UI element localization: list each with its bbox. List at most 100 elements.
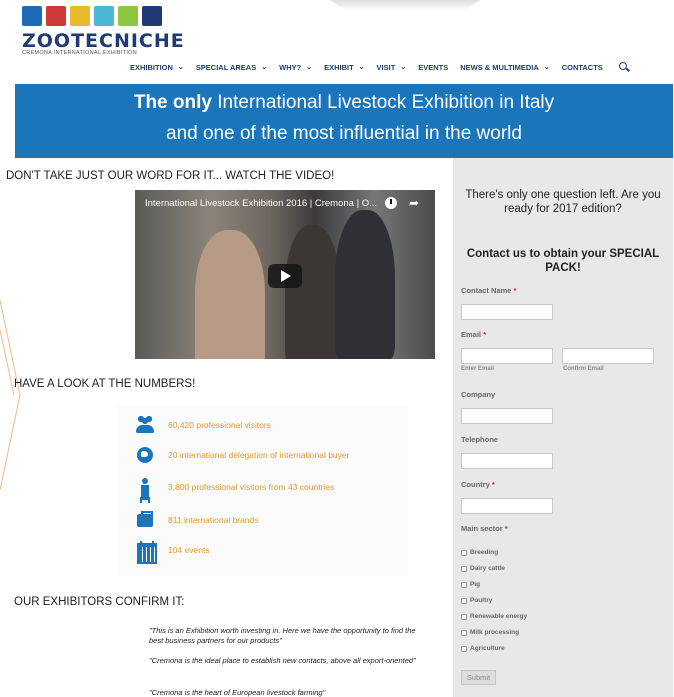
globe-icon	[136, 446, 154, 464]
share-icon[interactable]: ➦	[409, 196, 419, 210]
nav-item-events[interactable]: EVENTS	[418, 63, 448, 72]
checkbox[interactable]	[461, 629, 467, 636]
label-text: Main sector	[461, 524, 503, 533]
submit-button[interactable]: Submit	[461, 670, 496, 685]
logo-tile-pig-icon	[46, 6, 66, 26]
company-field[interactable]	[461, 408, 553, 424]
nav-label: SPECIAL AREAS	[195, 62, 257, 72]
contact-form-panel: There's only one question left. Are you …	[453, 158, 673, 697]
chevron-down-icon: ⌄	[358, 64, 365, 71]
nav-item-exhibit[interactable]: EXHIBIT ⌄	[324, 63, 364, 72]
form-question: There's only one question left. Are you …	[465, 189, 661, 215]
logo-name[interactable]: ZOOTECNICHE	[22, 30, 185, 52]
checkbox[interactable]	[461, 597, 467, 604]
nav-item-news-multimedia[interactable]: NEWS & MULTIMEDIA ⌄	[460, 63, 549, 72]
stat-item: 20 international delegation of internati…	[136, 446, 349, 464]
label-text: Country	[461, 480, 490, 489]
sector-option-milk-processing[interactable]: Milk processing	[461, 629, 519, 636]
contact-name-label: Contact Name *	[461, 286, 516, 295]
sector-option-poultry[interactable]: Poultry	[461, 597, 492, 604]
nav-item-why[interactable]: WHY? ⌄	[279, 63, 312, 72]
checkbox-label: Agriculture	[470, 645, 505, 652]
chevron-down-icon: ⌄	[543, 64, 550, 71]
main-sector-label: Main sector *	[461, 524, 508, 533]
nav-item-contacts[interactable]: CONTACTS	[562, 63, 603, 72]
chevron-down-icon: ⌄	[400, 64, 407, 71]
telephone-label: Telephone	[461, 435, 498, 444]
main-nav: EXHIBITION ⌄ SPECIAL AREAS ⌄ WHY? ⌄ EXHIBIT…	[130, 60, 629, 74]
checkbox-label: Milk processing	[470, 629, 520, 636]
label-text: Contact Name	[461, 286, 512, 295]
logo-subtitle: CREMONA INTERNATIONAL EXHIBITION	[22, 50, 138, 56]
logo-tile-milk-icon	[94, 6, 114, 26]
stat-label: 60,420 professional visitors	[168, 420, 272, 430]
checkbox-label: Breeding	[470, 549, 499, 556]
checkbox[interactable]	[461, 565, 467, 572]
sector-option-dairy-cattle[interactable]: Dairy cattle	[461, 565, 505, 572]
video-person-1	[195, 230, 265, 359]
sector-option-agriculture[interactable]: Agriculture	[461, 645, 505, 652]
quote-1: "This is an Exhibition worth investing i…	[149, 626, 416, 645]
video-heading: DON'T TAKE JUST OUR WORD FOR IT... WATCH…	[6, 170, 335, 182]
logo-tile-leaf-icon	[118, 6, 138, 26]
stat-item: 60,420 professional visitors	[136, 416, 271, 434]
country-field[interactable]	[461, 498, 553, 514]
nav-item-exhibition[interactable]: EXHIBITION ⌄	[130, 63, 184, 72]
quote-2: "Cremona is the ideal place to establish…	[149, 656, 416, 665]
video-player[interactable]: International Livestock Exhibition 2016 …	[135, 190, 435, 359]
video-title: International Livestock Exhibition 2016 …	[145, 198, 378, 209]
required-mark: *	[504, 524, 508, 533]
hero-line-1: The only International Livestock Exhibit…	[15, 92, 673, 114]
checkbox-label: Dairy cattle	[470, 565, 506, 572]
logo-tile-chicken-icon	[70, 6, 90, 26]
person-icon	[136, 478, 154, 497]
stat-item: 811 international brands	[136, 511, 259, 529]
nav-label: WHY?	[279, 62, 302, 72]
chevron-down-icon: ⌄	[306, 64, 313, 71]
label-text: Email	[461, 330, 482, 339]
nav-label: EVENTS	[418, 62, 449, 72]
checkbox[interactable]	[461, 549, 467, 556]
hero-text: International Livestock Exhibition in It…	[211, 92, 555, 113]
header-shadow	[330, 0, 480, 10]
required-mark: *	[483, 330, 487, 339]
form-heading: Contact us to obtain your SPECIAL PACK!	[466, 248, 660, 274]
email-label: Email *	[461, 330, 486, 339]
sector-option-breeding[interactable]: Breeding	[461, 549, 498, 556]
exhibitors-heading: OUR EXHIBITORS CONFIRM IT:	[14, 596, 185, 608]
logo-icons[interactable]	[22, 6, 162, 26]
hero-bold-text: The only	[133, 92, 212, 113]
stat-label: 3,800 professional visitors from 43 coun…	[168, 482, 335, 492]
sector-option-pig[interactable]: Pig	[461, 581, 480, 588]
nav-item-visit[interactable]: VISIT ⌄	[377, 63, 407, 72]
checkbox[interactable]	[461, 581, 467, 588]
calendar-icon	[136, 541, 157, 564]
video-person-2	[285, 225, 340, 359]
stat-label: 20 international delegation of internati…	[168, 450, 350, 460]
company-label: Company	[461, 390, 496, 399]
checkbox[interactable]	[461, 645, 467, 652]
sector-option-renewable-energy[interactable]: Renewable energy	[461, 613, 527, 620]
logo-tile-wheat-icon	[142, 6, 162, 26]
confirm-email-field[interactable]	[562, 348, 654, 364]
chevron-down-icon: ⌄	[177, 64, 184, 71]
nav-item-special-areas[interactable]: SPECIAL AREAS ⌄	[196, 63, 267, 72]
play-button[interactable]	[268, 264, 302, 288]
telephone-field[interactable]	[461, 453, 553, 469]
confirm-email-hint: Confirm Email	[563, 366, 604, 372]
stat-item: 104 events	[136, 541, 210, 564]
chevron-down-icon: ⌄	[261, 64, 268, 71]
checkbox-label: Pig	[470, 581, 481, 588]
nav-label: CONTACTS	[561, 62, 603, 72]
briefcase-icon	[136, 511, 154, 529]
nav-label: NEWS & MULTIMEDIA	[460, 62, 539, 72]
checkbox[interactable]	[461, 613, 467, 620]
email-field[interactable]	[461, 348, 553, 364]
numbers-heading: HAVE A LOOK AT THE NUMBERS!	[14, 378, 196, 390]
nav-label: EXHIBIT	[324, 62, 354, 72]
contact-name-field[interactable]	[461, 304, 553, 320]
search-icon[interactable]	[618, 62, 629, 72]
clock-icon[interactable]	[385, 197, 397, 209]
logo-tile-cow-icon	[22, 6, 42, 26]
stats-panel: 60,420 professional visitors 20 internat…	[118, 406, 408, 576]
